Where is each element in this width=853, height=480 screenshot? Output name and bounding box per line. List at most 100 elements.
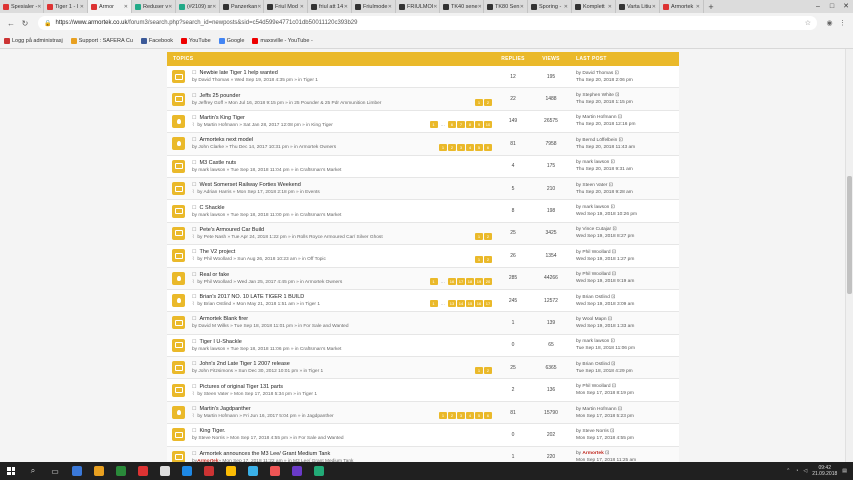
- tab-close-icon[interactable]: ✕: [257, 4, 261, 10]
- browser-tab[interactable]: Armor ✕: [88, 0, 132, 13]
- browser-tab[interactable]: Friul Mod ✕: [264, 0, 308, 13]
- page-link[interactable]: 4: [466, 412, 474, 420]
- taskbar-app-icon[interactable]: [264, 462, 286, 480]
- back-icon[interactable]: ←: [4, 19, 18, 28]
- tab-close-icon[interactable]: ✕: [37, 4, 41, 10]
- topic-title-link[interactable]: C Shackle: [199, 205, 224, 211]
- last-post-author-link[interactable]: by Stephen White: [576, 93, 614, 98]
- tab-close-icon[interactable]: ✕: [696, 4, 700, 10]
- taskbar-app-icon[interactable]: [198, 462, 220, 480]
- browser-tab[interactable]: Varta Litiu ✕: [616, 0, 660, 13]
- browser-tab[interactable]: TK40 sene ✕: [440, 0, 484, 13]
- last-post-author-link[interactable]: by Brian Ostlind: [576, 362, 610, 367]
- browser-tab[interactable]: Sporing - ✕: [528, 0, 572, 13]
- tab-close-icon[interactable]: ✕: [168, 4, 172, 10]
- taskbar-app-icon[interactable]: [308, 462, 330, 480]
- page-link[interactable]: 20: [484, 277, 492, 285]
- taskbar-app-icon[interactable]: [286, 462, 308, 480]
- last-post-author-link[interactable]: by Phil Woollard: [576, 250, 611, 255]
- page-link[interactable]: 2: [484, 98, 492, 106]
- extension-icon[interactable]: ◉: [823, 19, 836, 27]
- browser-tab[interactable]: Spesialer - ✕: [0, 0, 44, 13]
- topic-title-link[interactable]: Real or fake: [199, 272, 229, 278]
- page-link[interactable]: 3: [457, 412, 465, 420]
- browser-tab[interactable]: (#2109) sr ✕: [176, 0, 220, 13]
- topic-title-link[interactable]: Newbie late Tiger 1 help wanted: [199, 70, 277, 76]
- vertical-scrollbar[interactable]: [845, 49, 853, 462]
- page-link[interactable]: 4: [466, 143, 474, 151]
- topic-title-link[interactable]: Pictures of original Tiger 131 parts: [199, 384, 282, 390]
- taskbar-app-icon[interactable]: [176, 462, 198, 480]
- topic-title-link[interactable]: Jeffs 25 pounder: [199, 93, 240, 99]
- browser-tab[interactable]: Komplett ✕: [572, 0, 616, 13]
- page-link[interactable]: 1: [475, 98, 483, 106]
- page-link[interactable]: 16: [475, 300, 483, 308]
- page-link[interactable]: 10: [484, 121, 492, 129]
- page-link[interactable]: 5: [475, 412, 483, 420]
- bookmark-item[interactable]: Support : SAFERA Cu: [70, 37, 133, 44]
- browser-tab[interactable]: TK80 Sen ✕: [484, 0, 528, 13]
- page-link[interactable]: 18: [466, 277, 474, 285]
- tab-close-icon[interactable]: ✕: [608, 4, 612, 10]
- view-latest-post-icon[interactable]: ⊡: [609, 205, 615, 210]
- page-link[interactable]: 17: [484, 300, 492, 308]
- browser-tab[interactable]: Friulmode ✕: [352, 0, 396, 13]
- page-link[interactable]: 19: [475, 277, 483, 285]
- network-icon[interactable]: ◔: [795, 468, 798, 474]
- page-link[interactable]: 5: [475, 143, 483, 151]
- tab-close-icon[interactable]: ✕: [212, 4, 216, 10]
- page-link[interactable]: 16: [448, 277, 456, 285]
- topic-title-link[interactable]: Tiger I U-Shackle: [199, 339, 241, 345]
- page-link[interactable]: 13: [448, 300, 456, 308]
- view-latest-post-icon[interactable]: ⊡: [604, 451, 609, 456]
- topic-title-link[interactable]: Pete's Armoured Car Build: [199, 227, 264, 233]
- last-post-author-link[interactable]: by Martin Hofmann: [576, 407, 617, 412]
- page-link[interactable]: 6: [484, 143, 492, 151]
- topic-title-link[interactable]: The V2 project: [199, 249, 235, 255]
- page-link[interactable]: 1: [429, 121, 438, 129]
- taskbar-app-icon[interactable]: [132, 462, 154, 480]
- taskbar-app-icon[interactable]: [66, 462, 88, 480]
- browser-tab[interactable]: Tiger 1 - I ✕: [44, 0, 88, 13]
- maximize-icon[interactable]: □: [825, 0, 839, 13]
- view-latest-post-icon[interactable]: ⊡: [613, 71, 619, 76]
- view-latest-post-icon[interactable]: ⊡: [617, 138, 623, 143]
- page-link[interactable]: 1: [429, 300, 438, 308]
- page-link[interactable]: 7: [457, 121, 465, 129]
- tab-close-icon[interactable]: ✕: [520, 4, 524, 10]
- topic-title-link[interactable]: West Somerset Railway Forties Weekend: [199, 182, 300, 188]
- page-link[interactable]: 8: [466, 121, 474, 129]
- browser-tab[interactable]: Panzerkan ✕: [220, 0, 264, 13]
- view-latest-post-icon[interactable]: ⊡: [607, 183, 613, 188]
- browser-tab[interactable]: friul att 14 ✕: [308, 0, 352, 13]
- last-post-author-link[interactable]: by Martin Hofmann: [576, 115, 617, 120]
- last-post-author-link[interactable]: by mark lawson: [576, 160, 609, 165]
- tab-close-icon[interactable]: ✕: [433, 4, 437, 10]
- taskbar-app-icon[interactable]: [88, 462, 110, 480]
- reload-icon[interactable]: ↻: [18, 19, 32, 28]
- page-link[interactable]: 14: [457, 300, 465, 308]
- task-view-icon[interactable]: ▭: [44, 462, 66, 480]
- last-post-author-link[interactable]: Armortek: [582, 451, 603, 456]
- view-latest-post-icon[interactable]: ⊡: [611, 250, 616, 255]
- page-link[interactable]: 6: [484, 412, 492, 420]
- page-link[interactable]: 9: [475, 121, 483, 129]
- bookmark-item[interactable]: YouTube: [181, 37, 211, 44]
- bookmark-item[interactable]: maxsville - YouTube -: [252, 37, 313, 44]
- bookmark-item[interactable]: Facebook: [140, 37, 173, 44]
- tab-close-icon[interactable]: ✕: [478, 4, 482, 10]
- page-link[interactable]: 1: [439, 412, 447, 420]
- bookmark-item[interactable]: Logg på administrasj: [4, 37, 63, 44]
- menu-icon[interactable]: ⋮: [836, 19, 849, 27]
- view-latest-post-icon[interactable]: ⊡: [614, 93, 619, 98]
- taskbar-app-icon[interactable]: [220, 462, 242, 480]
- topic-title-link[interactable]: Martin's King Tiger: [199, 115, 244, 121]
- page-link[interactable]: 2: [484, 255, 492, 263]
- minimize-icon[interactable]: –: [811, 0, 825, 13]
- page-link[interactable]: 2: [484, 367, 492, 375]
- topic-title-link[interactable]: M3 Castle nuts: [199, 160, 236, 166]
- view-latest-post-icon[interactable]: ⊡: [610, 362, 615, 367]
- tab-close-icon[interactable]: ✕: [344, 4, 348, 10]
- page-link[interactable]: 1: [475, 233, 483, 241]
- last-post-author-link[interactable]: by Wool Mapn: [576, 317, 607, 322]
